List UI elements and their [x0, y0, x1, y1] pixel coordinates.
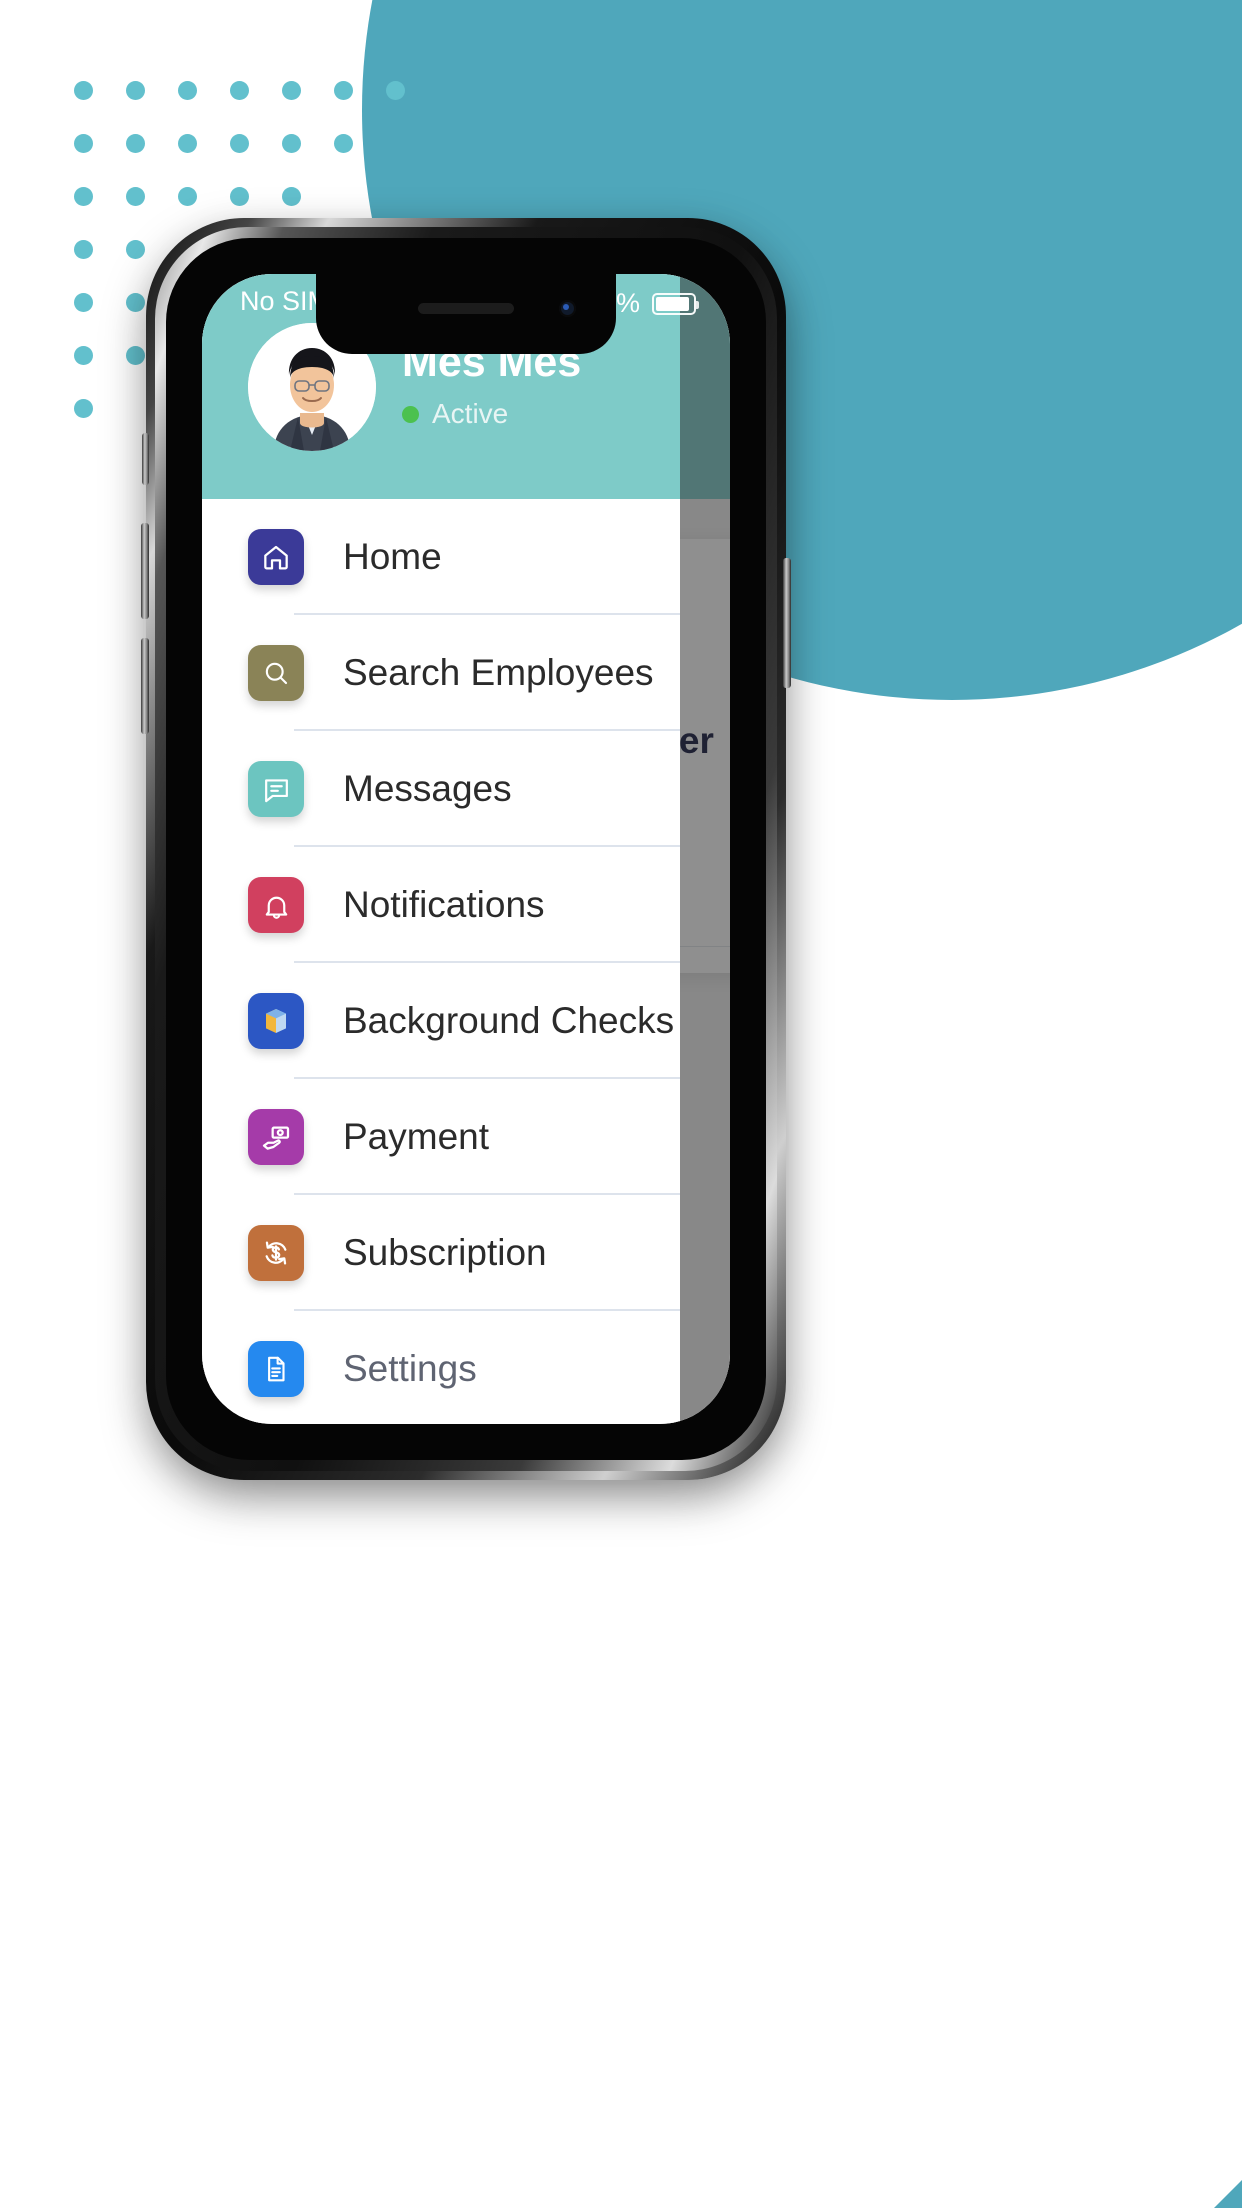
dollar-refresh-icon	[248, 1225, 304, 1281]
phone-notch	[316, 274, 616, 354]
hand-money-icon	[248, 1109, 304, 1165]
decorative-dot	[74, 187, 93, 206]
decorative-dot	[126, 346, 145, 365]
decorative-dot	[178, 134, 197, 153]
sidebar-item-search-employees[interactable]: Search Employees	[202, 615, 680, 731]
decorative-dot	[230, 81, 249, 100]
decorative-dot	[230, 134, 249, 153]
phone-frame: OPEN Hourly HR Manager	[141, 218, 791, 1480]
sidebar-item-label: Payment	[343, 1116, 490, 1157]
decorative-dot	[126, 293, 145, 312]
document-icon	[248, 1341, 304, 1397]
sidebar-item-label: Search Employees	[343, 652, 654, 693]
sidebar-item-subscription[interactable]: Subscription	[202, 1195, 680, 1311]
sidebar-item-label: Home	[343, 536, 442, 577]
bell-icon	[248, 877, 304, 933]
volume-up-button[interactable]	[141, 523, 149, 619]
decorative-dot	[74, 81, 93, 100]
power-button[interactable]	[783, 558, 791, 688]
navigation-drawer: Mes Mes Active Home Search Employees Messa…	[202, 274, 680, 1424]
profile-status-row: Active	[402, 398, 581, 430]
decorative-dot	[334, 81, 353, 100]
decorative-dot	[230, 187, 249, 206]
cube-box-icon	[248, 993, 304, 1049]
sidebar-item-label: Settings	[343, 1348, 477, 1389]
volume-down-button[interactable]	[141, 638, 149, 734]
sidebar-item-label: Background Checks	[343, 1000, 675, 1041]
sidebar-item-background-checks[interactable]: Background Checks	[202, 963, 680, 1079]
decorative-dot	[126, 240, 145, 259]
sidebar-item-home[interactable]: Home	[202, 499, 680, 615]
search-icon	[248, 645, 304, 701]
decorative-dot	[74, 134, 93, 153]
status-indicator-dot	[402, 405, 419, 423]
decorative-teal-triangle	[834, 1850, 1242, 2208]
sidebar-item-messages[interactable]: Messages	[202, 731, 680, 847]
decorative-dot	[126, 134, 145, 153]
phone-screen: OPEN Hourly HR Manager	[202, 274, 730, 1424]
decorative-dot	[282, 81, 301, 100]
sidebar-item-label: Notifications	[343, 884, 545, 925]
profile-status-text: Active	[432, 398, 509, 430]
earpiece-speaker	[418, 303, 514, 314]
decorative-dot	[334, 134, 353, 153]
decorative-dot	[74, 346, 93, 365]
sidebar-item-payment[interactable]: Payment	[202, 1079, 680, 1195]
decorative-dot	[126, 81, 145, 100]
silent-switch[interactable]	[142, 433, 149, 485]
phone-mockup: OPEN Hourly HR Manager	[141, 218, 791, 1482]
decorative-dot	[126, 187, 145, 206]
decorative-dot	[282, 187, 301, 206]
sidebar-item-label: Subscription	[343, 1232, 547, 1273]
sidebar-item-label: Messages	[343, 768, 512, 809]
sidebar-item-notifications[interactable]: Notifications	[202, 847, 680, 963]
home-icon	[248, 529, 304, 585]
chat-bubble-icon	[248, 761, 304, 817]
decorative-dot	[178, 81, 197, 100]
decorative-dot	[178, 187, 197, 206]
phone-bezel: OPEN Hourly HR Manager	[166, 238, 766, 1460]
drawer-menu-list: Home Search Employees Messages Notification…	[202, 499, 680, 1424]
sidebar-item-settings[interactable]: Settings	[202, 1311, 680, 1424]
decorative-dot	[386, 81, 405, 100]
decorative-dot	[74, 240, 93, 259]
decorative-dot	[282, 134, 301, 153]
decorative-dot	[74, 293, 93, 312]
decorative-dot	[74, 399, 93, 418]
front-camera	[559, 300, 576, 317]
